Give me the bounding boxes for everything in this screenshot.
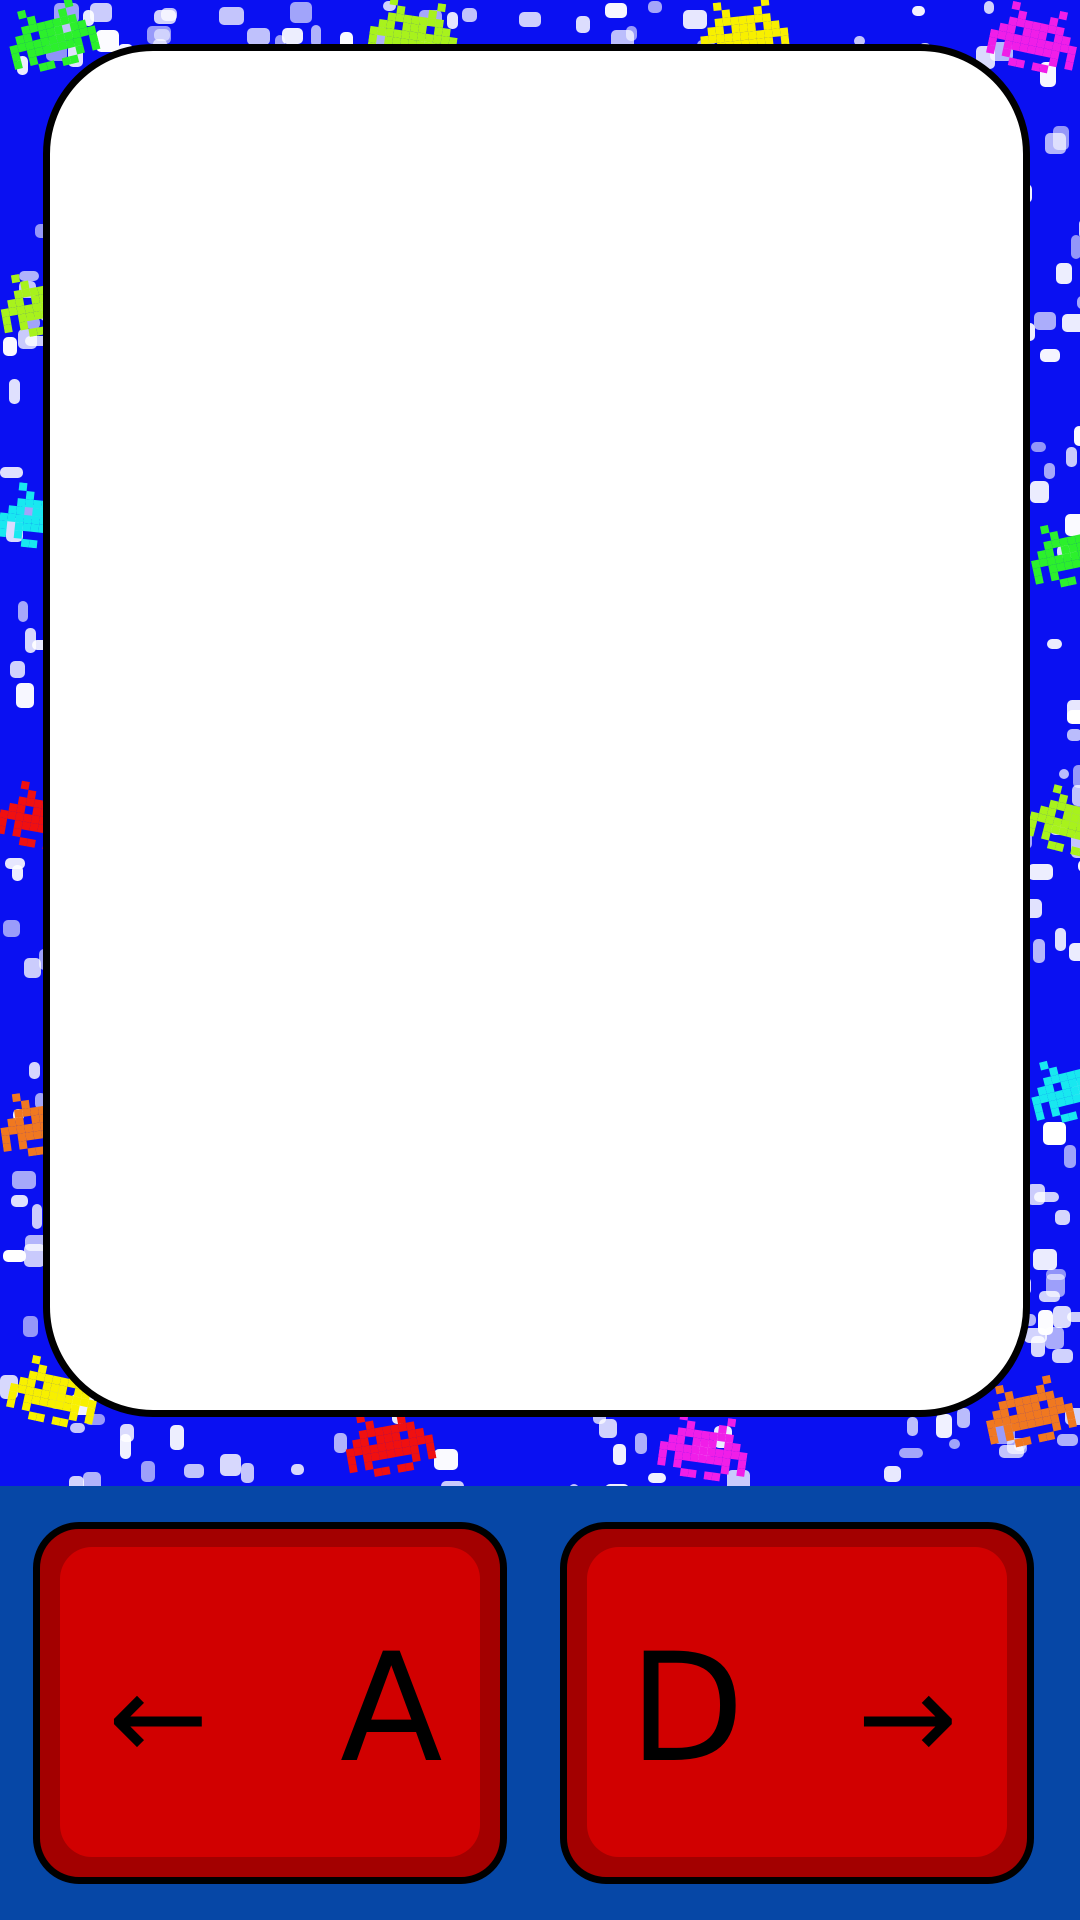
game-screen: ← A D → bbox=[0, 0, 1080, 1920]
key-label-d: D bbox=[629, 1622, 745, 1796]
game-board[interactable] bbox=[43, 44, 1030, 1417]
playfield bbox=[0, 0, 1080, 1486]
control-panel: ← A D → bbox=[0, 1486, 1080, 1920]
key-label-a: A bbox=[340, 1622, 443, 1796]
move-left-button[interactable]: ← A bbox=[33, 1522, 507, 1884]
space-invader-icon bbox=[657, 1411, 748, 1482]
arrow-right-icon: → bbox=[857, 1649, 958, 1788]
move-right-button[interactable]: D → bbox=[560, 1522, 1034, 1884]
arrow-left-icon: ← bbox=[108, 1649, 209, 1788]
